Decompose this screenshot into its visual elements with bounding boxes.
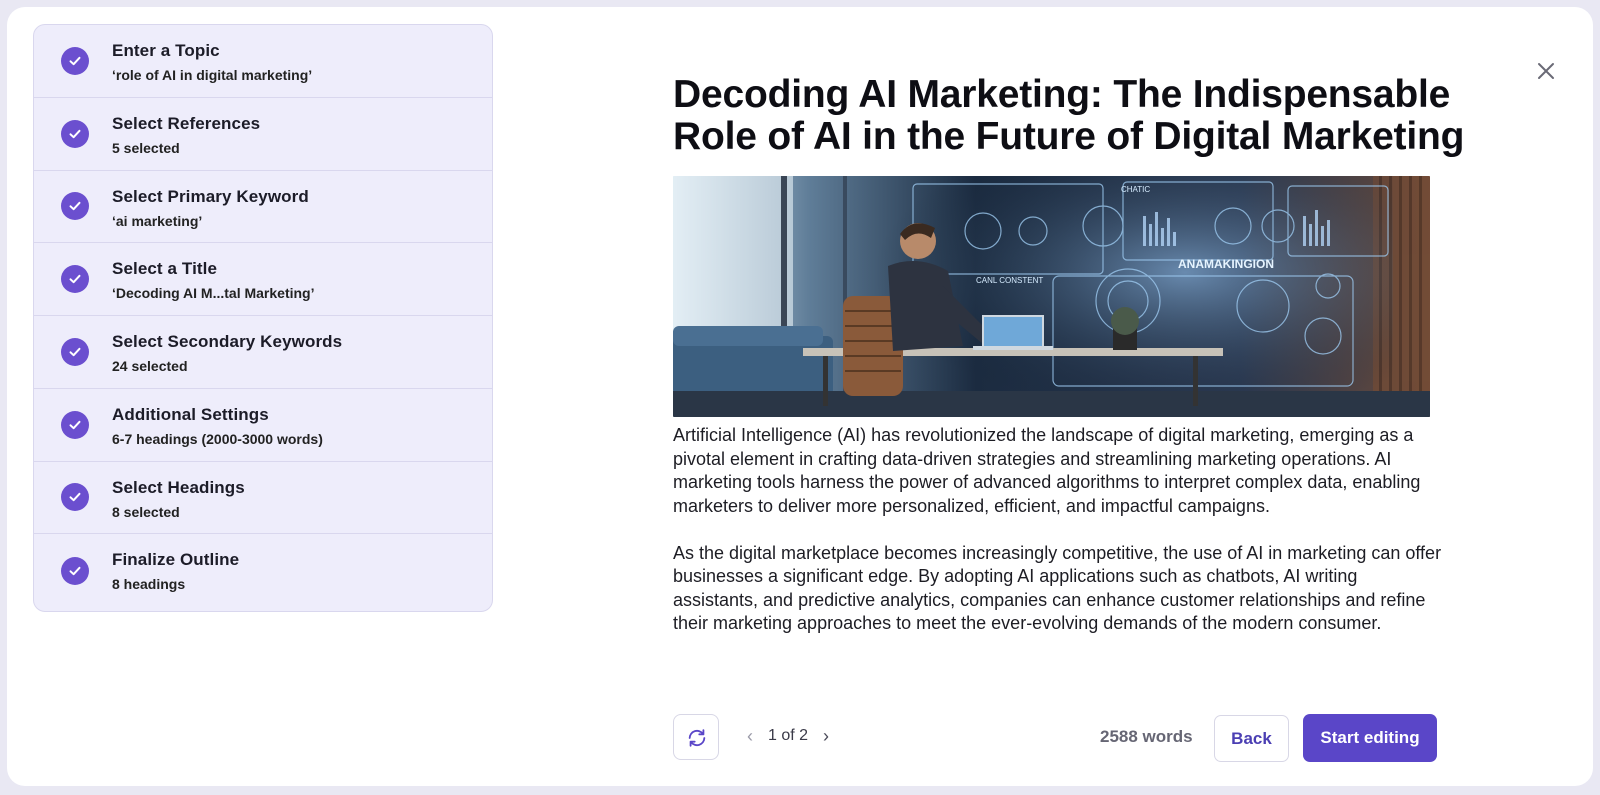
steps-panel: Enter a Topic ‘role of AI in digital mar… xyxy=(33,24,493,612)
step-subtitle: 8 headings xyxy=(112,576,186,593)
step-title: Select Headings xyxy=(112,477,245,497)
check-circle-icon xyxy=(61,483,89,512)
step-title: Finalize Outline xyxy=(112,550,240,570)
check-circle-icon xyxy=(61,556,89,585)
step-subtitle: 24 selected xyxy=(112,358,188,374)
step-subtitle: 5 selected xyxy=(112,139,180,156)
check-circle-icon xyxy=(61,119,89,148)
refresh-icon xyxy=(688,729,706,747)
hero-label-chatic: CHATIC xyxy=(1121,185,1150,194)
regenerate-button[interactable] xyxy=(673,714,719,760)
pagination: ‹ 1 of 2 › xyxy=(740,724,836,748)
step-subtitle: ‘Decoding AI M...tal Marketing’ xyxy=(112,285,315,302)
step-title: Select Primary Keyword xyxy=(112,186,309,206)
close-button[interactable] xyxy=(1532,57,1560,85)
step-select-secondary-keywords[interactable]: Select Secondary Keywords 24 selected xyxy=(34,316,492,389)
step-additional-settings[interactable]: Additional Settings 6-7 headings (2000-3… xyxy=(34,389,492,462)
check-circle-icon xyxy=(61,410,89,439)
chevron-right-icon[interactable]: › xyxy=(816,726,836,747)
page-indicator: 1 of 2 xyxy=(768,727,809,744)
step-select-references[interactable]: Select References 5 selected xyxy=(34,98,492,171)
article-title: Decoding AI Marketing: The Indispensable… xyxy=(673,73,1465,158)
step-subtitle: ‘role of AI in digital marketing’ xyxy=(112,67,313,83)
start-editing-button[interactable]: Start editing xyxy=(1303,714,1437,762)
step-title: Select Secondary Keywords xyxy=(112,332,343,351)
step-subtitle: ‘ai marketing’ xyxy=(112,212,203,229)
chevron-left-icon[interactable]: ‹ xyxy=(740,726,760,747)
step-finalize-outline[interactable]: Finalize Outline 8 headings xyxy=(34,534,492,607)
check-circle-icon xyxy=(61,337,89,366)
check-circle-icon xyxy=(61,192,89,221)
step-title: Select References xyxy=(112,113,261,133)
step-title: Enter a Topic xyxy=(112,41,220,60)
step-enter-topic[interactable]: Enter a Topic ‘role of AI in digital mar… xyxy=(34,25,492,98)
article-paragraph: As the digital marketplace becomes incre… xyxy=(673,542,1442,634)
step-title: Select a Title xyxy=(112,259,218,279)
hero-image: CHATIC CANL CONSTENT ANAMAKINGION xyxy=(673,176,1430,417)
close-icon xyxy=(1538,63,1554,79)
step-select-primary-keyword[interactable]: Select Primary Keyword ‘ai marketing’ xyxy=(34,171,492,244)
hero-label-canl: CANL CONSTENT xyxy=(976,276,1043,285)
check-circle-icon xyxy=(61,46,89,75)
back-button[interactable]: Back xyxy=(1214,715,1289,762)
step-select-headings[interactable]: Select Headings 8 selected xyxy=(34,462,492,535)
step-subtitle: 8 selected xyxy=(112,503,180,520)
hero-label-anamakingion: ANAMAKINGION xyxy=(1178,257,1274,271)
word-count: 2588 words xyxy=(1100,727,1193,746)
article-body: Artificial Intelligence (AI) has revolut… xyxy=(673,424,1443,636)
step-select-title[interactable]: Select a Title ‘Decoding AI M...tal Mark… xyxy=(34,243,492,316)
step-subtitle: 6-7 headings (2000-3000 words) xyxy=(112,430,323,447)
article-paragraph: Artificial Intelligence (AI) has revolut… xyxy=(673,425,1421,516)
check-circle-icon xyxy=(61,265,89,294)
step-title: Additional Settings xyxy=(112,404,269,424)
